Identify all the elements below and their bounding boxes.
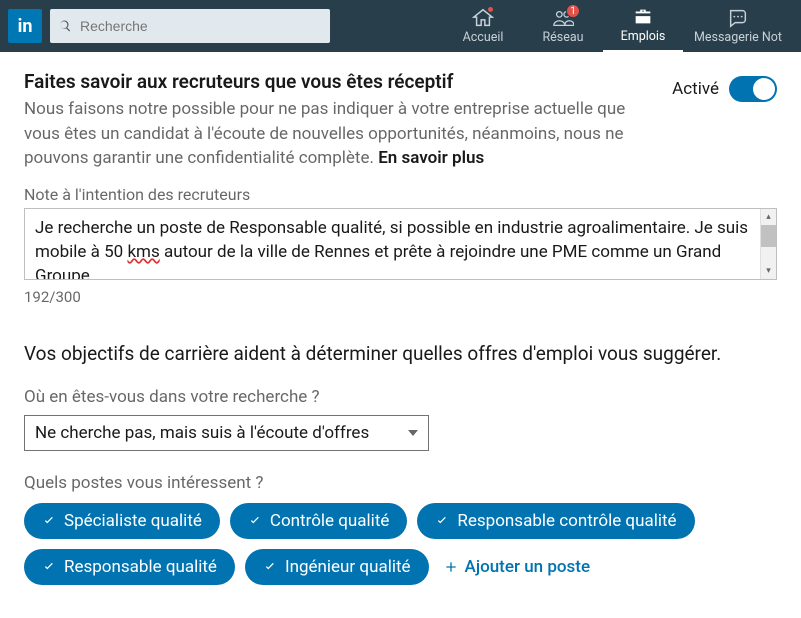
linkedin-logo[interactable]: in [8, 9, 42, 43]
note-label: Note à l'intention des recruteurs [24, 185, 777, 204]
char-counter: 192/300 [24, 288, 777, 306]
career-heading: Vos objectifs de carrière aident à déter… [24, 342, 777, 365]
position-pill[interactable]: Responsable contrôle qualité [417, 503, 694, 539]
scroll-thumb[interactable] [761, 225, 776, 247]
check-icon [248, 514, 262, 528]
main-content: Faites savoir aux recruteurs que vous êt… [0, 52, 801, 603]
open-body: Nous faisons notre possible pour ne pas … [24, 97, 634, 171]
positions-label: Quels postes vous intéressent ? [24, 473, 777, 493]
note-textarea-wrap: Je recherche un poste de Responsable qua… [24, 208, 777, 280]
add-position-link[interactable]: Ajouter un poste [439, 549, 595, 585]
position-pill[interactable]: Ingénieur qualité [245, 549, 429, 585]
positions-pill-row: Spécialiste qualité Contrôle qualité Res… [24, 503, 777, 585]
open-to-recruiters-section: Faites savoir aux recruteurs que vous êt… [24, 70, 777, 171]
learn-more-link[interactable]: En savoir plus [378, 148, 484, 168]
status-value: Ne cherche pas, mais suis à l'écoute d'o… [35, 423, 369, 443]
check-icon [42, 514, 56, 528]
nav-home-label: Accueil [463, 30, 504, 45]
message-icon [727, 7, 749, 29]
position-pill[interactable]: Contrôle qualité [230, 503, 408, 539]
scroll-up-icon: ▴ [761, 209, 776, 225]
nav-messaging[interactable]: Messagerie Not [683, 0, 793, 52]
nav-network[interactable]: 1 Réseau [523, 0, 603, 52]
search-input[interactable] [50, 9, 330, 43]
nav-jobs[interactable]: Emplois [603, 0, 683, 52]
position-pill[interactable]: Responsable qualité [24, 549, 235, 585]
search-icon [58, 19, 72, 33]
scroll-down-icon: ▾ [761, 263, 776, 279]
nav-jobs-label: Emplois [621, 29, 666, 44]
nav-network-label: Réseau [542, 30, 583, 45]
status-select[interactable]: Ne cherche pas, mais suis à l'écoute d'o… [24, 415, 429, 451]
chevron-down-icon [408, 430, 418, 436]
notification-dot-icon [487, 6, 494, 13]
search-wrap [50, 9, 330, 43]
briefcase-icon [632, 6, 654, 28]
plus-icon [443, 559, 459, 575]
textarea-scrollbar[interactable]: ▴ ▾ [760, 209, 776, 279]
open-toggle[interactable] [729, 76, 777, 102]
check-icon [42, 560, 56, 574]
notification-badge: 1 [566, 4, 580, 18]
position-pill[interactable]: Spécialiste qualité [24, 503, 220, 539]
nav-home[interactable]: Accueil [443, 0, 523, 52]
open-text: Faites savoir aux recruteurs que vous êt… [24, 70, 634, 171]
top-navbar: in Accueil 1 Réseau Emplois Messagerie N… [0, 0, 801, 52]
open-title: Faites savoir aux recruteurs que vous êt… [24, 70, 634, 93]
nav-messaging-label: Messagerie Not [694, 30, 782, 45]
check-icon [263, 560, 277, 574]
status-label: Où en êtes-vous dans votre recherche ? [24, 387, 777, 407]
toggle-knob [753, 78, 775, 100]
note-textarea[interactable]: Je recherche un poste de Responsable qua… [24, 208, 777, 280]
toggle-label: Activé [672, 79, 719, 99]
toggle-area: Activé [672, 70, 777, 102]
spellcheck-underline: kms [127, 242, 159, 262]
nav: Accueil 1 Réseau Emplois Messagerie Not [443, 0, 793, 52]
check-icon [435, 514, 449, 528]
